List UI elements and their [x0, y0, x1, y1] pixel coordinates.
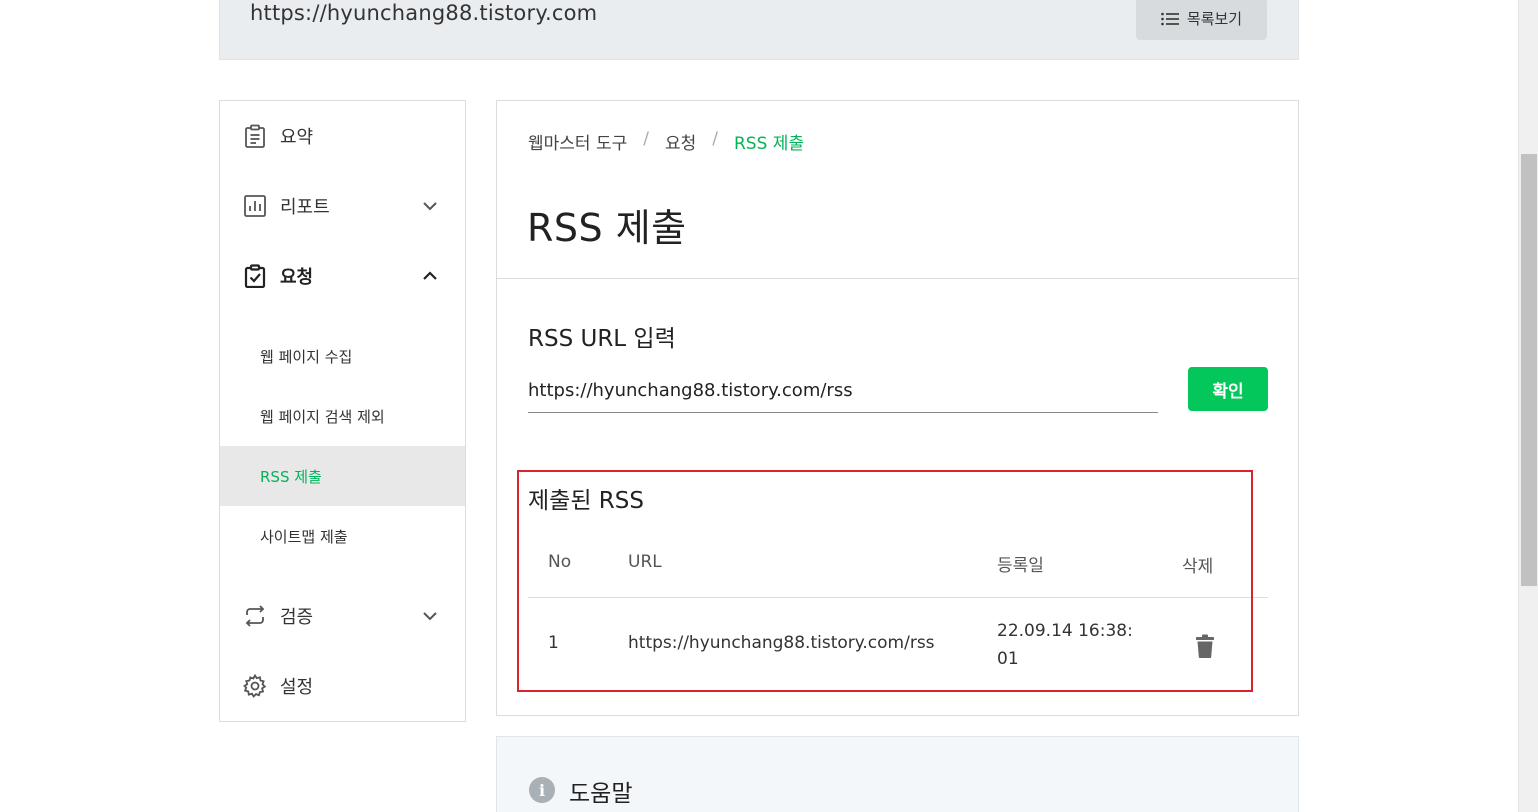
site-header-bar: https://hyunchang88.tistory.com 목록보기	[219, 0, 1299, 60]
submitted-rss-table: No URL 등록일 삭제 1 https://hyunchang88.tist…	[528, 541, 1268, 694]
sidebar-item-label: 요약	[280, 127, 314, 148]
breadcrumb-item[interactable]: 요청	[665, 129, 696, 154]
gear-icon	[243, 674, 267, 698]
sidebar-item-summary[interactable]: 요약	[220, 101, 465, 171]
row-date: 22.09.14 16:38: 01	[997, 617, 1147, 673]
list-view-button[interactable]: 목록보기	[1136, 0, 1267, 40]
sidebar-subitem-rss[interactable]: RSS 제출	[220, 446, 465, 506]
sidebar-item-verify[interactable]: 검증	[220, 581, 465, 651]
breadcrumb-separator: /	[643, 129, 649, 149]
row-no: 1	[548, 633, 559, 653]
sidebar-subitem-label: RSS 제출	[260, 467, 322, 486]
column-header-no: No	[548, 552, 572, 572]
row-date-line2: 01	[997, 649, 1019, 669]
clipboard-icon	[245, 124, 265, 148]
repeat-icon	[245, 605, 265, 627]
site-url: https://hyunchang88.tistory.com	[250, 1, 598, 25]
chevron-down-icon	[423, 202, 437, 211]
rss-url-input[interactable]	[528, 369, 1158, 413]
chevron-up-icon	[423, 271, 437, 280]
breadcrumb-separator: /	[712, 129, 718, 149]
column-header-date: 등록일	[997, 556, 1044, 576]
row-date-line1: 22.09.14 16:38:	[997, 621, 1133, 641]
row-url: https://hyunchang88.tistory.com/rss	[628, 633, 935, 653]
bar-chart-icon	[244, 195, 266, 217]
sidebar-subitem-label: 사이트맵 제출	[260, 527, 348, 546]
sidebar-item-report[interactable]: 리포트	[220, 171, 465, 241]
sidebar-item-label: 설정	[280, 677, 314, 698]
list-view-label: 목록보기	[1186, 10, 1243, 28]
breadcrumb: 웹마스터 도구 / 요청 / RSS 제출	[528, 129, 804, 154]
sidebar-item-settings[interactable]: 설정	[220, 651, 465, 721]
page-title: RSS 제출	[527, 206, 687, 250]
sidebar: 요약 리포트 요청 웹 페이지 수집 웹 페이지 검색 제외 RSS 제출 사이…	[219, 100, 466, 722]
table-row: 1 https://hyunchang88.tistory.com/rss 22…	[528, 598, 1268, 694]
table-header-row: No URL 등록일 삭제	[528, 541, 1268, 598]
breadcrumb-current: RSS 제출	[734, 134, 805, 154]
column-header-url: URL	[628, 552, 662, 572]
sidebar-subitem-label: 웹 페이지 검색 제외	[260, 407, 385, 426]
sidebar-subitem-label: 웹 페이지 수집	[260, 347, 353, 366]
sidebar-subitem-sitemap[interactable]: 사이트맵 제출	[220, 506, 465, 566]
breadcrumb-item[interactable]: 웹마스터 도구	[528, 129, 627, 154]
rss-url-section-title: RSS URL 입력	[528, 326, 676, 352]
sidebar-item-request[interactable]: 요청	[220, 241, 465, 311]
column-header-delete: 삭제	[1182, 557, 1214, 577]
confirm-button[interactable]: 확인	[1188, 367, 1268, 411]
trash-icon[interactable]	[1195, 634, 1215, 658]
scrollbar-thumb[interactable]	[1521, 154, 1537, 586]
list-icon	[1161, 12, 1179, 25]
chevron-down-icon	[423, 612, 437, 621]
submitted-rss-title: 제출된 RSS	[528, 488, 644, 514]
clipboard-check-icon	[244, 264, 266, 288]
help-title: 도움말	[569, 781, 633, 807]
sidebar-item-label: 요청	[280, 267, 314, 288]
info-icon: i	[529, 777, 555, 803]
sidebar-subitem-exclude[interactable]: 웹 페이지 검색 제외	[220, 386, 465, 446]
sidebar-item-label: 리포트	[280, 197, 330, 218]
help-card: i 도움말	[496, 736, 1299, 812]
divider	[497, 278, 1298, 279]
rss-submit-card: 웹마스터 도구 / 요청 / RSS 제출 RSS 제출 RSS URL 입력 …	[496, 100, 1299, 716]
sidebar-item-label: 검증	[280, 607, 314, 628]
sidebar-subitem-crawl[interactable]: 웹 페이지 수집	[220, 326, 465, 386]
page-scrollbar[interactable]	[1518, 0, 1538, 812]
